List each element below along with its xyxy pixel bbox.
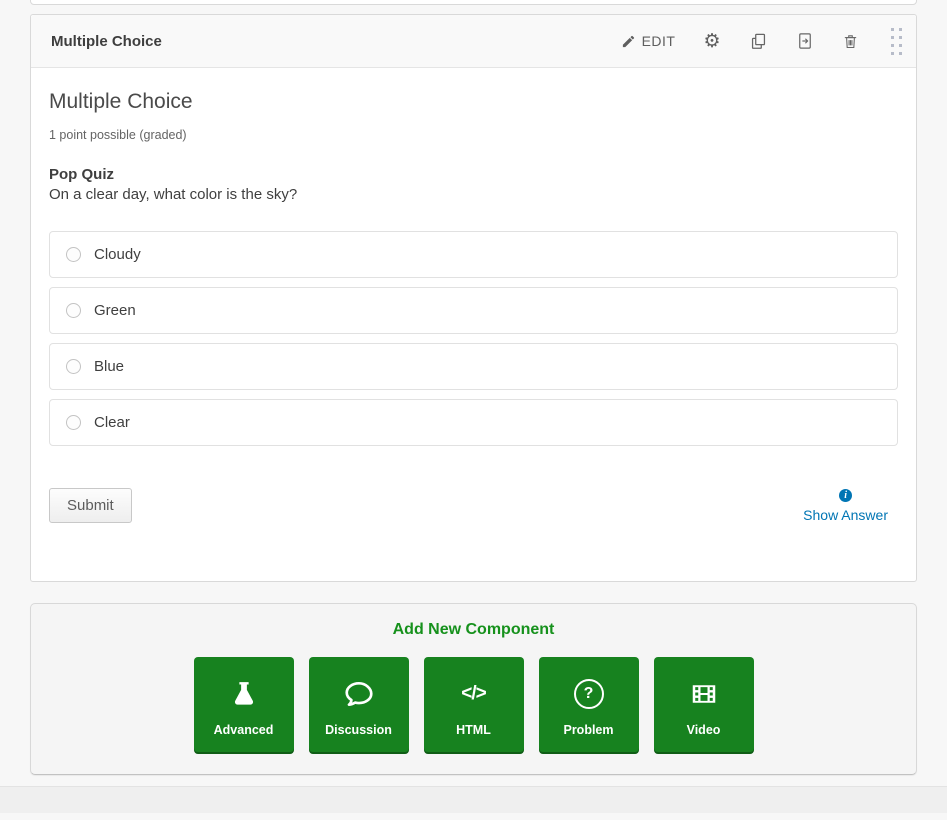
option-label: Cloudy: [94, 246, 141, 263]
move-button[interactable]: [794, 30, 816, 52]
component-toolbar: EDIT ⚙︎: [619, 24, 904, 59]
type-button-label: Video: [687, 723, 721, 737]
move-icon: [796, 32, 814, 50]
option-label: Green: [94, 302, 136, 319]
problem-preview: Multiple Choice 1 point possible (graded…: [31, 68, 916, 581]
trash-icon: [842, 33, 859, 50]
component-type-buttons: Advanced Discussion </> HTML ? Problem: [31, 657, 916, 754]
radio-button[interactable]: [66, 359, 81, 374]
component-card-header: Multiple Choice EDIT ⚙︎: [31, 15, 916, 68]
choice-option[interactable]: Green: [49, 287, 898, 334]
info-icon: i: [839, 489, 852, 502]
add-problem-button[interactable]: ? Problem: [539, 657, 639, 754]
flask-icon: [229, 675, 259, 713]
add-advanced-button[interactable]: Advanced: [194, 657, 294, 754]
component-title: Multiple Choice: [51, 33, 619, 50]
duplicate-button[interactable]: [747, 30, 770, 53]
film-icon: [689, 675, 719, 713]
question-title: Pop Quiz: [49, 166, 898, 183]
type-button-label: Problem: [563, 723, 613, 737]
previous-component-card: [30, 0, 917, 5]
radio-button[interactable]: [66, 247, 81, 262]
option-label: Clear: [94, 414, 130, 431]
submit-row: Submit i Show Answer: [49, 488, 898, 523]
settings-button[interactable]: ⚙︎: [701, 30, 723, 53]
option-label: Blue: [94, 358, 124, 375]
preview-title: Multiple Choice: [49, 90, 898, 114]
edit-button[interactable]: EDIT: [619, 31, 678, 51]
type-button-label: HTML: [456, 723, 491, 737]
edit-button-label: EDIT: [642, 33, 676, 49]
question-text: On a clear day, what color is the sky?: [49, 186, 898, 203]
delete-button[interactable]: [840, 31, 861, 52]
pencil-icon: [621, 34, 636, 49]
choice-option[interactable]: Cloudy: [49, 231, 898, 278]
radio-button[interactable]: [66, 415, 81, 430]
choice-option[interactable]: Clear: [49, 399, 898, 446]
add-component-title: Add New Component: [31, 619, 916, 641]
question-circle-icon: ?: [574, 675, 604, 713]
speech-bubble-icon: [343, 675, 375, 713]
submit-button[interactable]: Submit: [49, 488, 132, 523]
add-component-panel: Add New Component Advanced Discussion </…: [30, 603, 917, 775]
code-icon: </>: [461, 675, 485, 713]
gear-icon: ⚙︎: [703, 32, 721, 51]
show-answer-label: Show Answer: [803, 507, 888, 523]
radio-button[interactable]: [66, 303, 81, 318]
choice-option[interactable]: Blue: [49, 343, 898, 390]
type-button-label: Discussion: [325, 723, 392, 737]
footer-strip: [0, 786, 947, 813]
page: Multiple Choice EDIT ⚙︎: [0, 0, 947, 775]
duplicate-icon: [749, 32, 768, 51]
component-card: Multiple Choice EDIT ⚙︎: [30, 14, 917, 582]
drag-handle[interactable]: [889, 24, 904, 59]
add-discussion-button[interactable]: Discussion: [309, 657, 409, 754]
add-html-button[interactable]: </> HTML: [424, 657, 524, 754]
type-button-label: Advanced: [214, 723, 274, 737]
add-video-button[interactable]: Video: [654, 657, 754, 754]
points-text: 1 point possible (graded): [49, 128, 898, 142]
show-answer-link[interactable]: i Show Answer: [803, 489, 888, 523]
